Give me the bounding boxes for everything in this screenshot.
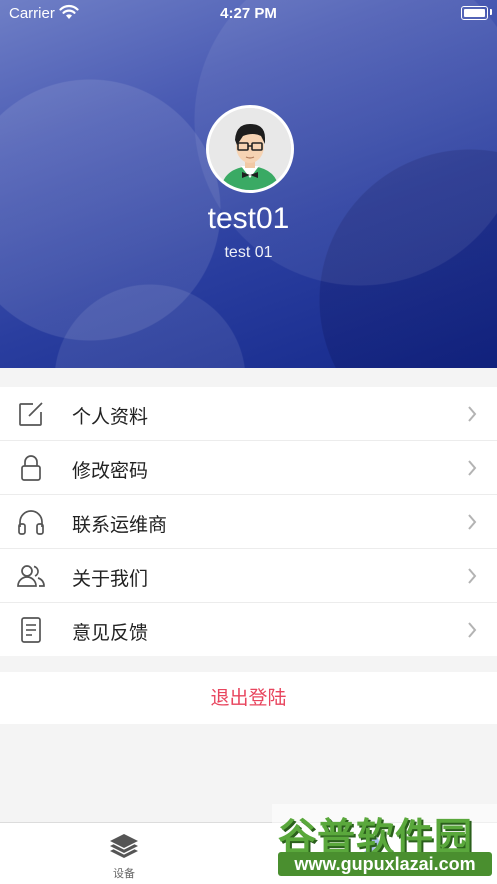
chevron-right-icon (468, 460, 477, 476)
menu-item-label: 意见反馈 (72, 622, 149, 644)
tab-label: 设备 (113, 867, 135, 880)
avatar-portrait (209, 108, 291, 190)
settings-menu: 个人资料 修改密码 联系运维商 关于我们 意见反馈 (0, 387, 497, 656)
lock-icon (21, 455, 41, 481)
users-icon (17, 565, 45, 587)
watermark-url: www.gupuxlazai.com (278, 852, 492, 876)
logout-button[interactable]: 退出登陆 (0, 672, 497, 724)
menu-item-change-password[interactable]: 修改密码 (0, 441, 497, 495)
menu-item-label: 联系运维商 (72, 514, 168, 536)
menu-item-profile[interactable]: 个人资料 (0, 387, 497, 441)
chevron-right-icon (468, 622, 477, 638)
chevron-right-icon (468, 568, 477, 584)
headset-icon (18, 510, 44, 535)
clock: 4:27 PM (220, 5, 277, 22)
profile-header: Carrier 4:27 PM test01 test 01 (0, 0, 497, 368)
chevron-right-icon (468, 514, 477, 530)
tab-devices[interactable]: 设备 (0, 823, 248, 884)
profile-name: test01 (207, 202, 290, 235)
menu-item-label: 关于我们 (72, 568, 149, 590)
edit-icon (19, 402, 43, 426)
document-icon (21, 617, 41, 643)
menu-item-feedback[interactable]: 意见反馈 (0, 603, 497, 656)
menu-item-contact-provider[interactable]: 联系运维商 (0, 495, 497, 549)
menu-item-about-us[interactable]: 关于我们 (0, 549, 497, 603)
battery-tip (490, 9, 492, 15)
watermark: 谷普软件园 www.gupuxlazai.com (272, 804, 497, 883)
chevron-right-icon (468, 406, 477, 422)
profile-account: test 01 (224, 244, 273, 261)
menu-item-label: 个人资料 (72, 406, 149, 428)
avatar[interactable] (206, 105, 294, 193)
layers-icon (110, 834, 138, 858)
menu-item-label: 修改密码 (72, 460, 149, 482)
status-bar: Carrier 4:27 PM (0, 0, 497, 26)
battery-icon (461, 6, 488, 20)
